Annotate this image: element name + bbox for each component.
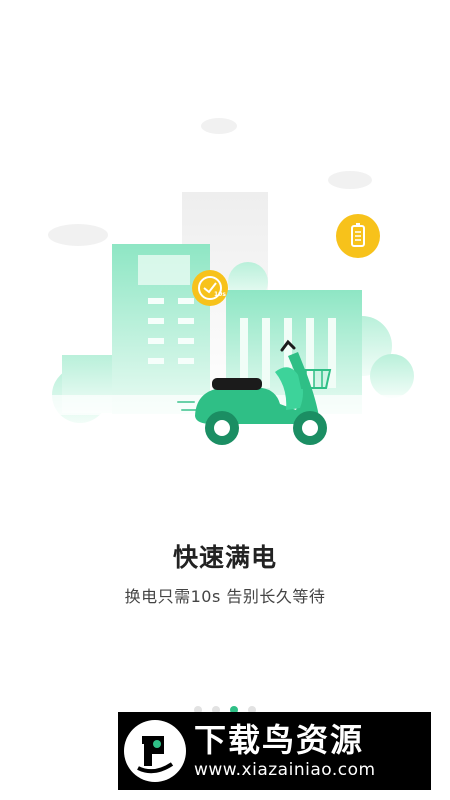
scooter-city-illustration: 10s [40,118,420,445]
bird-logo-icon [124,720,186,782]
page-subtitle: 换电只需10s 告别长久等待 [124,587,326,606]
battery-badge-icon [336,214,380,258]
svg-text:10s: 10s [214,291,226,298]
page-title: 快速满电 [172,543,277,572]
watermark-url: www.xiazainiao.com [194,760,376,780]
onboarding-illustration: 10s [0,90,450,460]
watermark-name: 下载鸟资源 [194,721,365,759]
timer-badge-icon: 10s [192,270,228,306]
watermark-banner: 下载鸟资源 www.xiazainiao.com [118,712,431,790]
